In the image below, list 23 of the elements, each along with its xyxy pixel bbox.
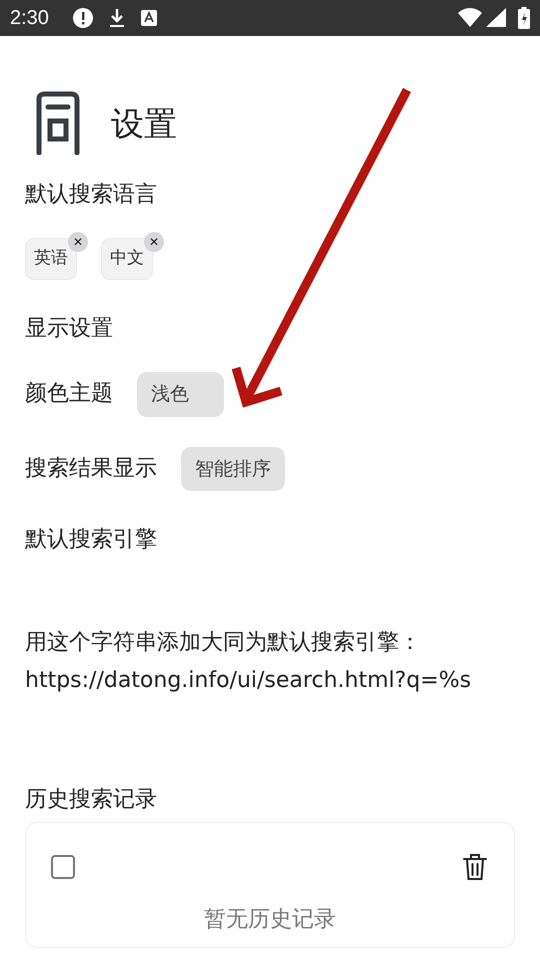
dropdown-select[interactable]: 浅色 [137,372,224,417]
section-label: 历史搜索记录 [25,787,158,814]
section-heading: 显示设置 [25,316,114,342]
alert-icon [72,8,93,28]
trash-icon [462,852,488,881]
instruction-text: 用这个字符串添加大同为默认搜索引擎： https://datong.info/ui/search.html?q=%s [25,628,472,694]
signal-icon [486,8,506,28]
logo-icon [35,91,81,155]
page-title: 设置 [111,106,177,140]
status-time: 2:30 [10,6,49,31]
battery-icon [518,7,530,29]
setting-label: 搜索结果显示 [25,456,157,482]
setting-label: 颜色主题 [25,381,113,408]
dropdown-select[interactable]: 智能排序 [181,446,285,492]
notification-icon [140,10,157,26]
download-icon [108,8,125,28]
remove-button[interactable]: ✕ [68,232,88,252]
section-label: 默认搜索语言 [25,182,158,208]
wifi-icon [458,8,482,28]
section-heading: 默认搜索引擎 [25,527,158,554]
select-checkbox[interactable] [51,854,75,879]
remove-button[interactable]: ✕ [144,232,164,252]
empty-message: 暂无历史记录 [203,906,337,934]
